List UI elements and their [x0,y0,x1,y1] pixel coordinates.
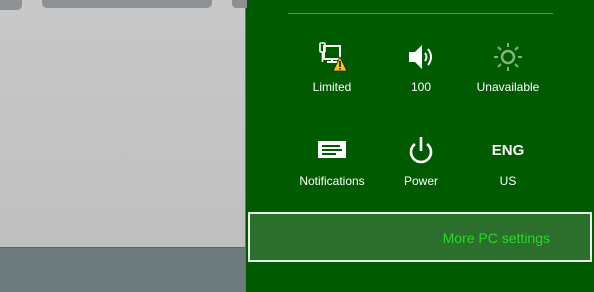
brightness-tile: Unavailable [463,40,553,94]
volume-tile[interactable]: 100 [376,40,466,94]
speaker-icon [376,40,466,74]
notifications-icon [287,134,377,168]
language-code: ENG [491,142,525,159]
screen: Limited 100 Unavailable Notifications Po… [0,0,594,292]
network-tile[interactable]: Limited [287,40,377,94]
divider [288,13,553,14]
brightness-label: Unavailable [476,80,540,94]
desktop-background [0,0,248,292]
language-label: US [499,174,517,188]
volume-label: 100 [410,80,432,94]
more-pc-settings-label: More PC settings [442,230,550,246]
brightness-icon [463,40,553,74]
window-edge [232,0,248,8]
notifications-tile[interactable]: Notifications [287,134,377,188]
language-tile[interactable]: ENG US [463,134,553,188]
settings-charm-panel: Limited 100 Unavailable Notifications Po… [247,0,594,292]
window-edge [42,0,212,8]
power-label: Power [403,174,438,188]
more-pc-settings-button[interactable]: More PC settings [248,212,592,262]
power-tile[interactable]: Power [376,134,466,188]
taskbar [0,247,245,292]
network-limited-icon [287,40,377,74]
charm-footer [247,264,594,292]
notifications-label: Notifications [299,174,365,188]
window-edge [0,0,22,10]
network-label: Limited [312,80,352,94]
power-icon [376,134,466,168]
